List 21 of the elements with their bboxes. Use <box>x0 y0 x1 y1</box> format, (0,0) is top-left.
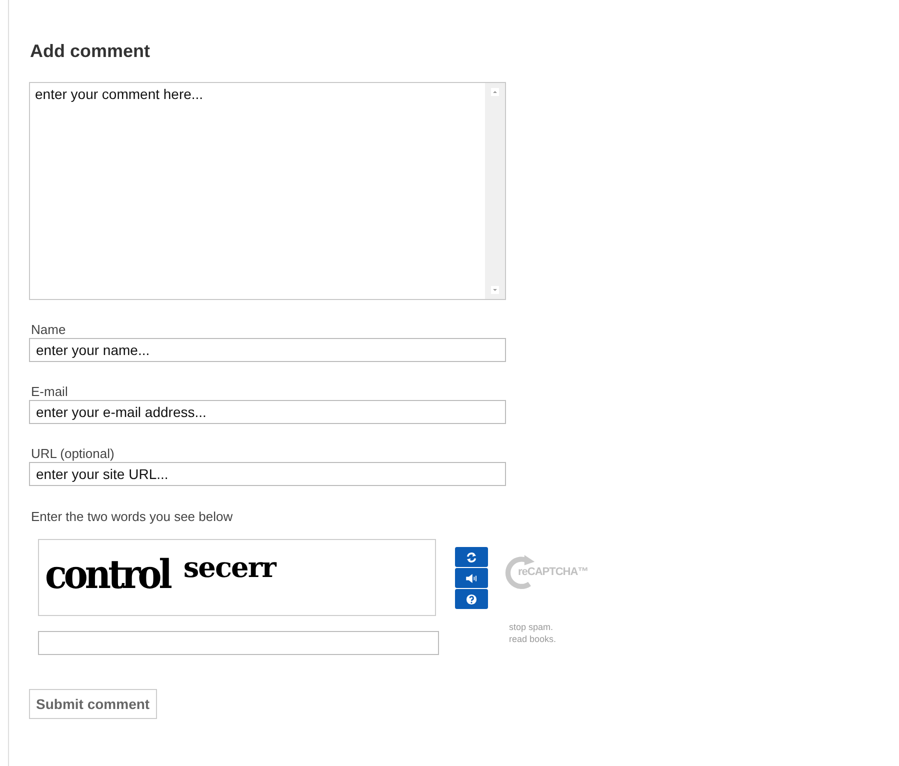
recaptcha-logo: reCAPTCHA™ <box>518 566 588 578</box>
slogan-text: stop spam. <box>509 621 554 633</box>
captcha-prompt: Enter the two words you see below <box>31 509 234 525</box>
captcha-word: control <box>45 551 170 598</box>
input-field[interactable]: enter your name... <box>29 338 506 362</box>
help-button[interactable] <box>455 589 488 609</box>
reload-button[interactable] <box>455 547 488 567</box>
help-icon <box>466 594 477 604</box>
audio-button[interactable] <box>455 568 488 588</box>
section-heading: Add comment <box>29 40 152 62</box>
speaker-icon <box>465 574 478 582</box>
field-label: Name <box>31 322 67 338</box>
field-label: URL (optional) <box>31 446 116 462</box>
input-field[interactable]: enter your site URL... <box>29 462 506 486</box>
field-label: E-mail <box>31 384 69 400</box>
refresh-icon <box>466 552 477 562</box>
captcha-word: secerr <box>183 551 276 584</box>
input-field[interactable]: enter your e-mail address... <box>29 400 506 424</box>
submit-button[interactable]: Submit comment <box>29 689 157 719</box>
captcha-input[interactable] <box>38 631 439 655</box>
slogan-text: read books. <box>509 633 558 645</box>
